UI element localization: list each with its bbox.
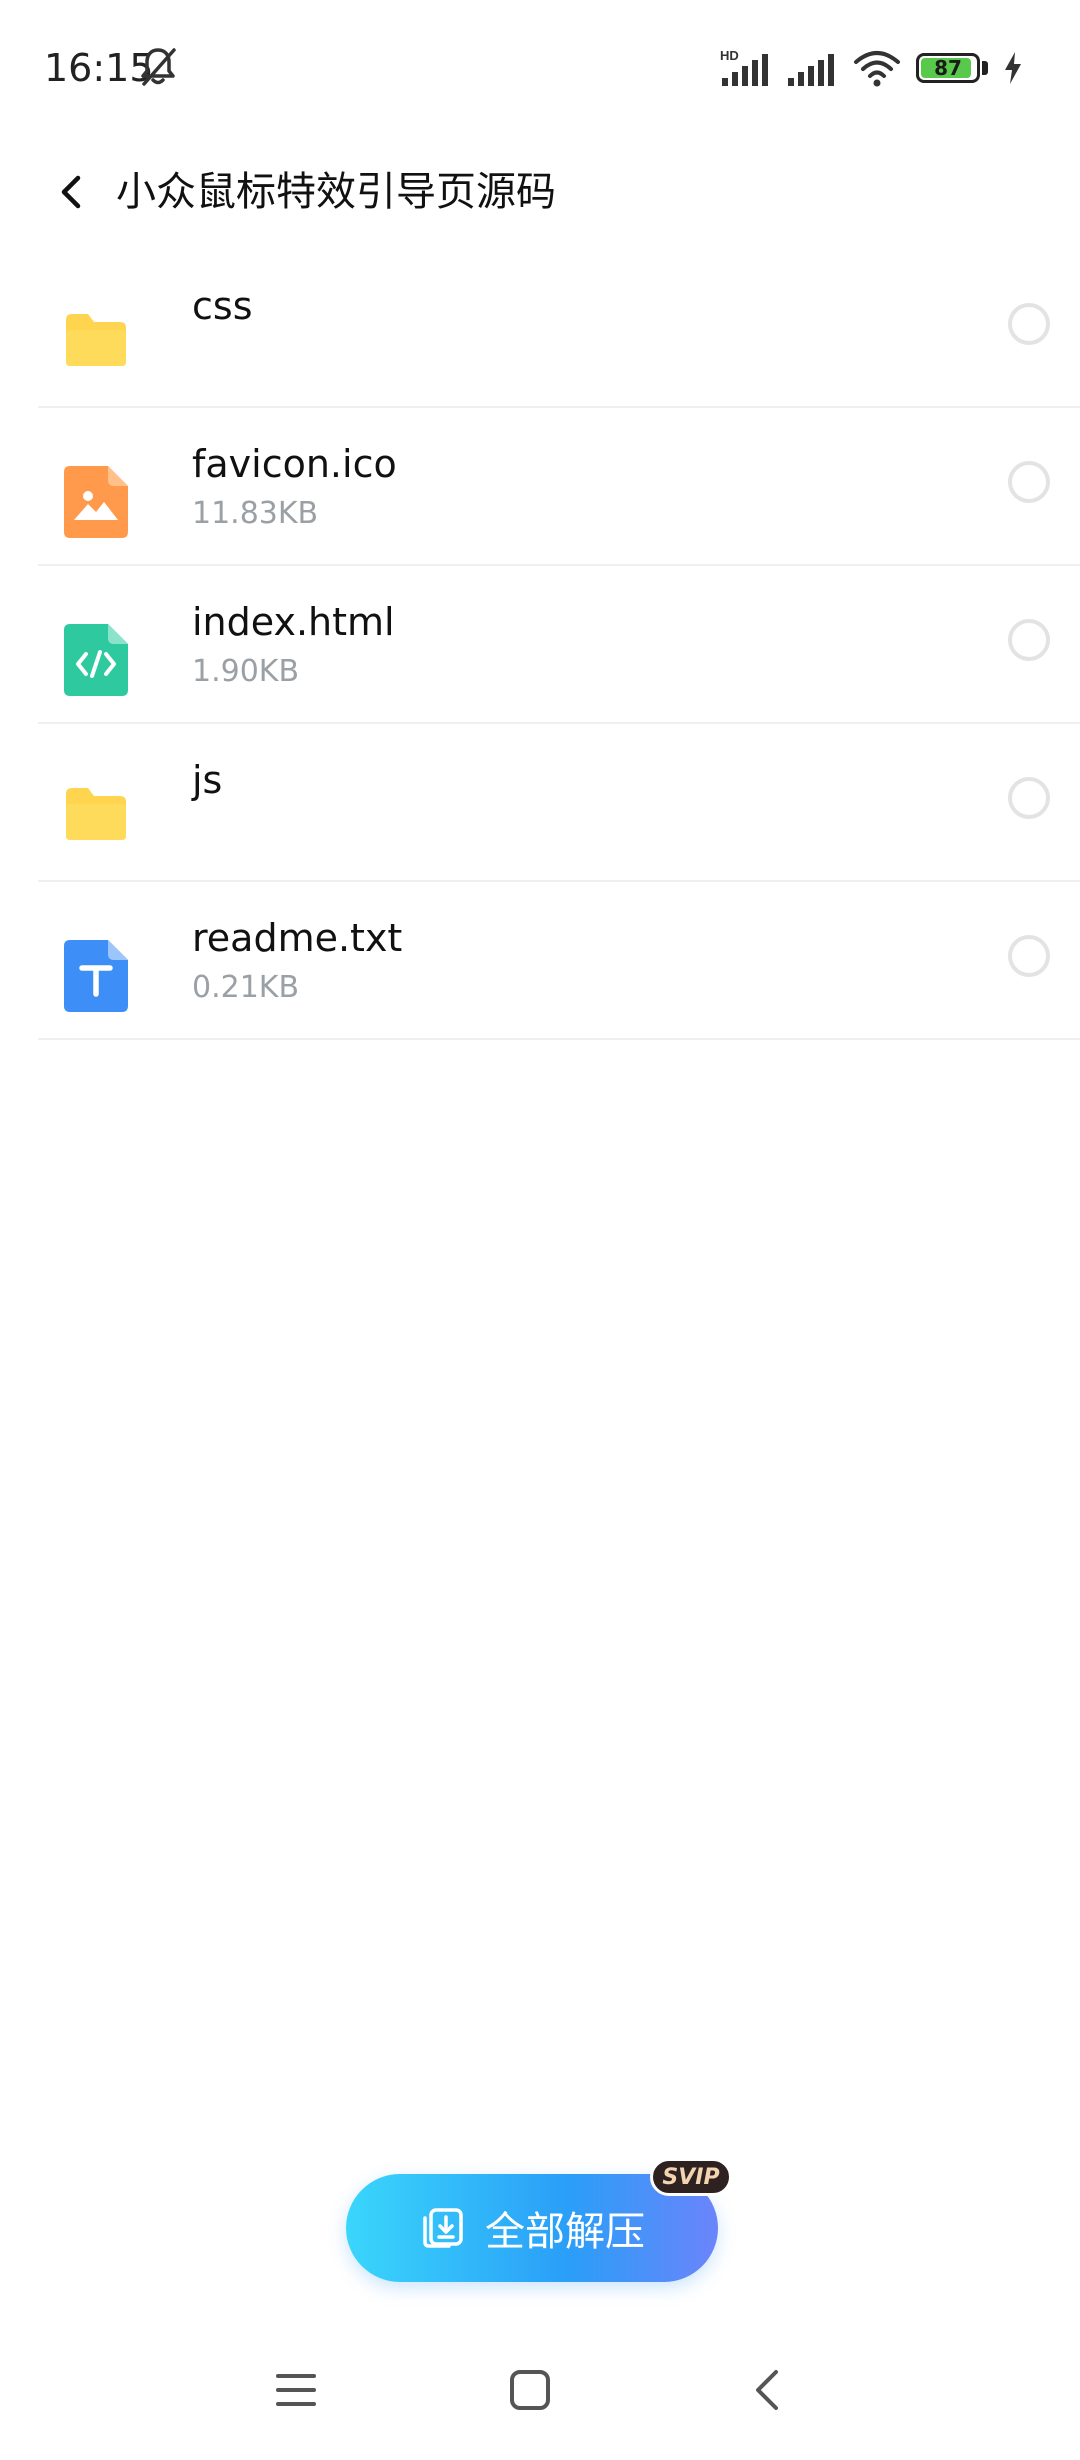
file-list: css favicon.ico 11.83KB index.html 1.90K… xyxy=(0,250,1080,1040)
back-arrow-icon xyxy=(756,2370,778,2410)
network-label: HD xyxy=(720,48,739,63)
file-row-favicon[interactable]: favicon.ico 11.83KB xyxy=(38,408,1080,566)
signal-hd-icon: HD xyxy=(720,48,768,86)
select-radio[interactable] xyxy=(1008,777,1050,819)
file-size: 1.90KB xyxy=(192,654,300,689)
chevron-left-icon xyxy=(61,175,81,209)
file-name: index.html xyxy=(192,600,395,644)
file-row-js[interactable]: js xyxy=(38,724,1080,882)
notification-muted-icon xyxy=(141,48,176,86)
menu-button[interactable] xyxy=(256,2350,336,2430)
file-name: js xyxy=(192,758,223,802)
code-file-icon xyxy=(64,624,128,696)
file-name: favicon.ico xyxy=(192,442,397,486)
wifi-icon xyxy=(854,51,900,87)
battery-icon: 87 xyxy=(916,53,980,83)
file-row-index-html[interactable]: index.html 1.90KB xyxy=(38,566,1080,724)
menu-icon xyxy=(276,2374,316,2406)
status-bar: 16:15 HD 87 xyxy=(0,0,1080,140)
file-name: readme.txt xyxy=(192,916,403,960)
signal-icon xyxy=(788,54,834,86)
image-file-icon xyxy=(64,466,128,538)
file-row-readme[interactable]: readme.txt 0.21KB xyxy=(38,882,1080,1040)
battery-level: 87 xyxy=(934,56,962,80)
folder-icon xyxy=(66,314,126,366)
battery-cap xyxy=(982,61,988,75)
extract-all-label: 全部解压 xyxy=(485,2209,645,2255)
select-radio[interactable] xyxy=(1008,619,1050,661)
select-radio[interactable] xyxy=(1008,935,1050,977)
file-size: 0.21KB xyxy=(192,970,300,1005)
home-button[interactable] xyxy=(490,2350,570,2430)
charging-icon xyxy=(1005,52,1021,84)
file-size: 11.83KB xyxy=(192,496,319,531)
navigation-bar xyxy=(0,2320,1080,2460)
page-title: 小众鼠标特效引导页源码 xyxy=(116,169,556,215)
file-row-css[interactable]: css xyxy=(38,250,1080,408)
nav-back-button[interactable] xyxy=(728,2350,808,2430)
select-radio[interactable] xyxy=(1008,461,1050,503)
text-file-icon xyxy=(64,940,128,1012)
svip-badge: SVIP xyxy=(650,2158,732,2196)
extract-icon xyxy=(423,2208,463,2248)
home-square-icon xyxy=(510,2370,550,2410)
select-radio[interactable] xyxy=(1008,303,1050,345)
back-button[interactable] xyxy=(40,160,104,224)
status-icons: HD 87 xyxy=(704,46,1024,90)
folder-icon xyxy=(66,788,126,840)
file-name: css xyxy=(192,284,253,328)
